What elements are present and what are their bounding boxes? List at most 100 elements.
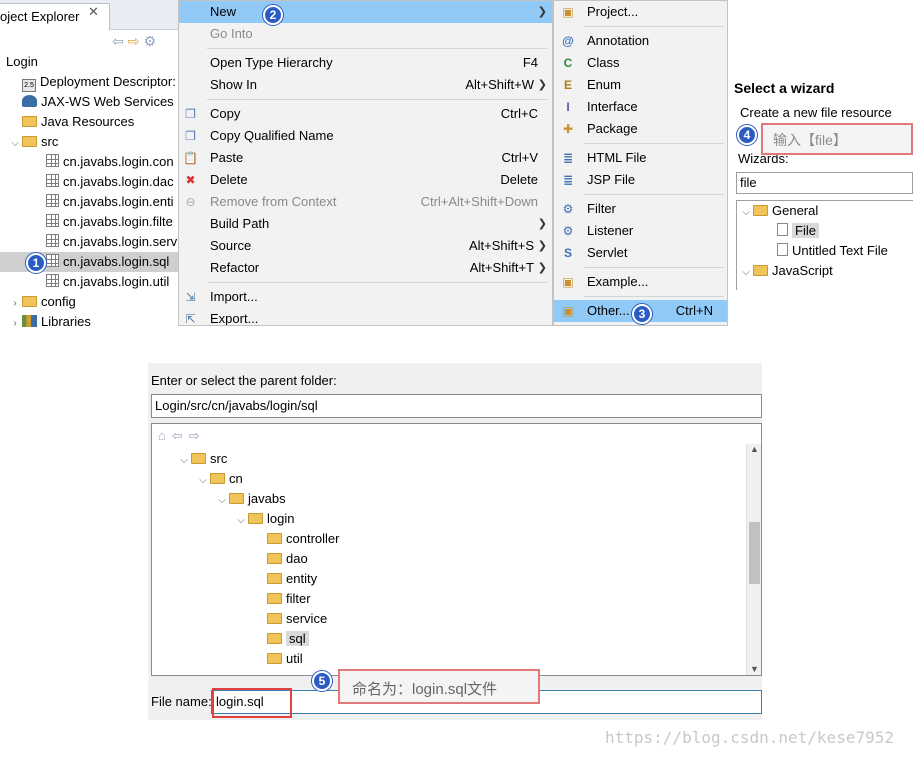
- parent-folder-input[interactable]: Login/src/cn/javabs/login/sql: [151, 394, 762, 418]
- tree-item[interactable]: cn.javabs.login.filte: [0, 212, 178, 232]
- back-arrow-icon[interactable]: ⇦: [172, 428, 189, 443]
- menu-separator: [207, 282, 547, 283]
- menu-item-label: Listener: [587, 223, 634, 238]
- menu-item-label: Delete: [210, 172, 248, 187]
- menu-item-paste[interactable]: 📋 Paste Ctrl+V: [179, 147, 552, 169]
- tree-item[interactable]: cn.javabs.login.enti: [0, 192, 178, 212]
- menu-item-example[interactable]: ▣ Example...: [554, 271, 727, 293]
- tree-item[interactable]: ⌵ src: [0, 132, 178, 152]
- java-resources-icon: [22, 116, 37, 127]
- tree-item[interactable]: cn.javabs.login.con: [0, 152, 178, 172]
- folder-tree-item[interactable]: ⌵ javabs: [152, 489, 746, 509]
- menu-item-label: JSP File: [587, 172, 636, 187]
- menu-item-servlet[interactable]: S Servlet: [554, 242, 727, 264]
- explorer-toolbar: ⇦⇨⚙: [112, 33, 160, 50]
- menu-item-interface[interactable]: I Interface: [554, 96, 727, 118]
- folder-tree-item[interactable]: controller: [152, 529, 746, 549]
- folder-tree-item[interactable]: dao: [152, 549, 746, 569]
- folder-tree-item[interactable]: sql: [152, 629, 746, 649]
- chevron-right-icon[interactable]: ›: [8, 314, 22, 334]
- menu-item-export[interactable]: ⇱ Export...: [179, 308, 552, 325]
- wizard-tree-item[interactable]: Untitled Text File: [737, 241, 913, 261]
- html-file-icon: ≣: [562, 151, 574, 165]
- folder-icon: [267, 573, 282, 584]
- tree-item-label: Deployment Descriptor: L: [40, 74, 178, 89]
- home-icon[interactable]: ⌂: [158, 428, 172, 443]
- menu-item-label: Filter: [587, 201, 616, 216]
- tree-item[interactable]: cn.javabs.login.util: [0, 272, 178, 292]
- folder-tree-item[interactable]: filter: [152, 589, 746, 609]
- wizard-tree-label: File: [792, 223, 819, 238]
- chevron-down-icon[interactable]: ⌵: [739, 203, 753, 223]
- back-arrow-icon[interactable]: ⇦: [112, 33, 128, 49]
- menu-item-delete[interactable]: ✖ Delete Delete: [179, 169, 552, 191]
- menu-item-package[interactable]: ✚ Package: [554, 118, 727, 140]
- wizard-filter-input[interactable]: file: [736, 172, 913, 194]
- chevron-right-icon[interactable]: ›: [8, 294, 22, 314]
- example-icon: ▣: [562, 275, 574, 289]
- folder-tree-item[interactable]: util: [152, 649, 746, 669]
- forward-arrow-icon[interactable]: ⇨: [128, 33, 144, 49]
- menu-item-project[interactable]: ▣ Project...: [554, 1, 727, 23]
- tree-item[interactable]: JAX-WS Web Services: [0, 92, 178, 112]
- menu-item-open-type-hierarchy[interactable]: Open Type Hierarchy F4: [179, 52, 552, 74]
- wizard-tree-item[interactable]: ⌵ General: [737, 201, 913, 221]
- tree-item[interactable]: › config: [0, 292, 178, 312]
- folder-label: service: [286, 611, 328, 626]
- vertical-scrollbar[interactable]: ▲ ▼: [746, 444, 761, 675]
- import-icon: ⇲: [185, 290, 196, 304]
- menu-item-enum[interactable]: E Enum: [554, 74, 727, 96]
- menu-item-new[interactable]: New ❯: [179, 1, 552, 23]
- chevron-down-icon[interactable]: ⌵: [234, 511, 248, 531]
- folder-tree-item[interactable]: service: [152, 609, 746, 629]
- package-wizard-icon: ✚: [562, 122, 574, 136]
- menu-item-label: Remove from Context: [210, 194, 337, 209]
- tree-item[interactable]: Login: [0, 52, 178, 72]
- close-icon[interactable]: ✕: [88, 4, 99, 20]
- folder-tree-item[interactable]: entity: [152, 569, 746, 589]
- tree-item[interactable]: cn.javabs.login.dac: [0, 172, 178, 192]
- tree-item[interactable]: cn.javabs.login.serv: [0, 232, 178, 252]
- menu-item-label: Example...: [587, 274, 649, 289]
- tree-item-label: cn.javabs.login.dac: [63, 174, 174, 189]
- parent-folder-label: Enter or select the parent folder:: [151, 373, 337, 388]
- scroll-up-icon[interactable]: ▲: [750, 444, 759, 454]
- chevron-down-icon[interactable]: ⌵: [215, 491, 229, 511]
- folder-tree-item[interactable]: ⌵ src: [152, 449, 746, 469]
- menu-item-jsp-file[interactable]: ≣ JSP File: [554, 169, 727, 191]
- menu-item-label: Source: [210, 238, 252, 253]
- menu-item-source[interactable]: Source Alt+Shift+S ❯: [179, 235, 552, 257]
- tree-item[interactable]: Java Resources: [0, 112, 178, 132]
- scrollbar-thumb[interactable]: [749, 522, 760, 584]
- menu-item-listener[interactable]: ⚙ Listener: [554, 220, 727, 242]
- menu-item-show-in[interactable]: Show In Alt+Shift+W ❯: [179, 74, 552, 96]
- collapse-icon[interactable]: ⚙: [143, 33, 160, 49]
- folder-tree-item[interactable]: ⌵ login: [152, 509, 746, 529]
- wizard-tree-item[interactable]: ⌵ JavaScript: [737, 261, 913, 281]
- menu-item-label: Copy Qualified Name: [210, 128, 334, 143]
- menu-item-copy[interactable]: ❐ Copy Ctrl+C: [179, 103, 552, 125]
- folder-tree-item[interactable]: ⌵ cn: [152, 469, 746, 489]
- chevron-down-icon[interactable]: ⌵: [739, 263, 753, 283]
- tree-item[interactable]: 2.5 Deployment Descriptor: L: [0, 72, 178, 92]
- menu-item-filter[interactable]: ⚙ Filter: [554, 198, 727, 220]
- wizard-hint-box: 输入【file】: [761, 123, 913, 155]
- chevron-down-icon[interactable]: ⌵: [177, 451, 191, 471]
- menu-item-label: Servlet: [587, 245, 628, 260]
- wizard-tree-item[interactable]: File: [737, 221, 913, 241]
- wizard-tree-label: Untitled Text File: [792, 243, 888, 258]
- forward-arrow-icon[interactable]: ⇨: [189, 428, 206, 443]
- menu-item-import[interactable]: ⇲ Import...: [179, 286, 552, 308]
- context-menu: New ❯ Go Into Open Type Hierarchy F4 Show In A…: [178, 0, 553, 326]
- scroll-down-icon[interactable]: ▼: [750, 664, 759, 674]
- chevron-down-icon[interactable]: ⌵: [196, 471, 210, 491]
- menu-item-html-file[interactable]: ≣ HTML File: [554, 147, 727, 169]
- menu-item-copy-qualified-name[interactable]: ❐ Copy Qualified Name: [179, 125, 552, 147]
- menu-item-refactor[interactable]: Refactor Alt+Shift+T ❯: [179, 257, 552, 279]
- menu-item-build-path[interactable]: Build Path ❯: [179, 213, 552, 235]
- menu-item-class[interactable]: C Class: [554, 52, 727, 74]
- menu-item-shortcut: Ctrl+N: [675, 303, 713, 318]
- tree-item[interactable]: › Libraries: [0, 312, 178, 332]
- chevron-down-icon[interactable]: ⌵: [8, 134, 22, 154]
- menu-item-annotation[interactable]: @ Annotation: [554, 30, 727, 52]
